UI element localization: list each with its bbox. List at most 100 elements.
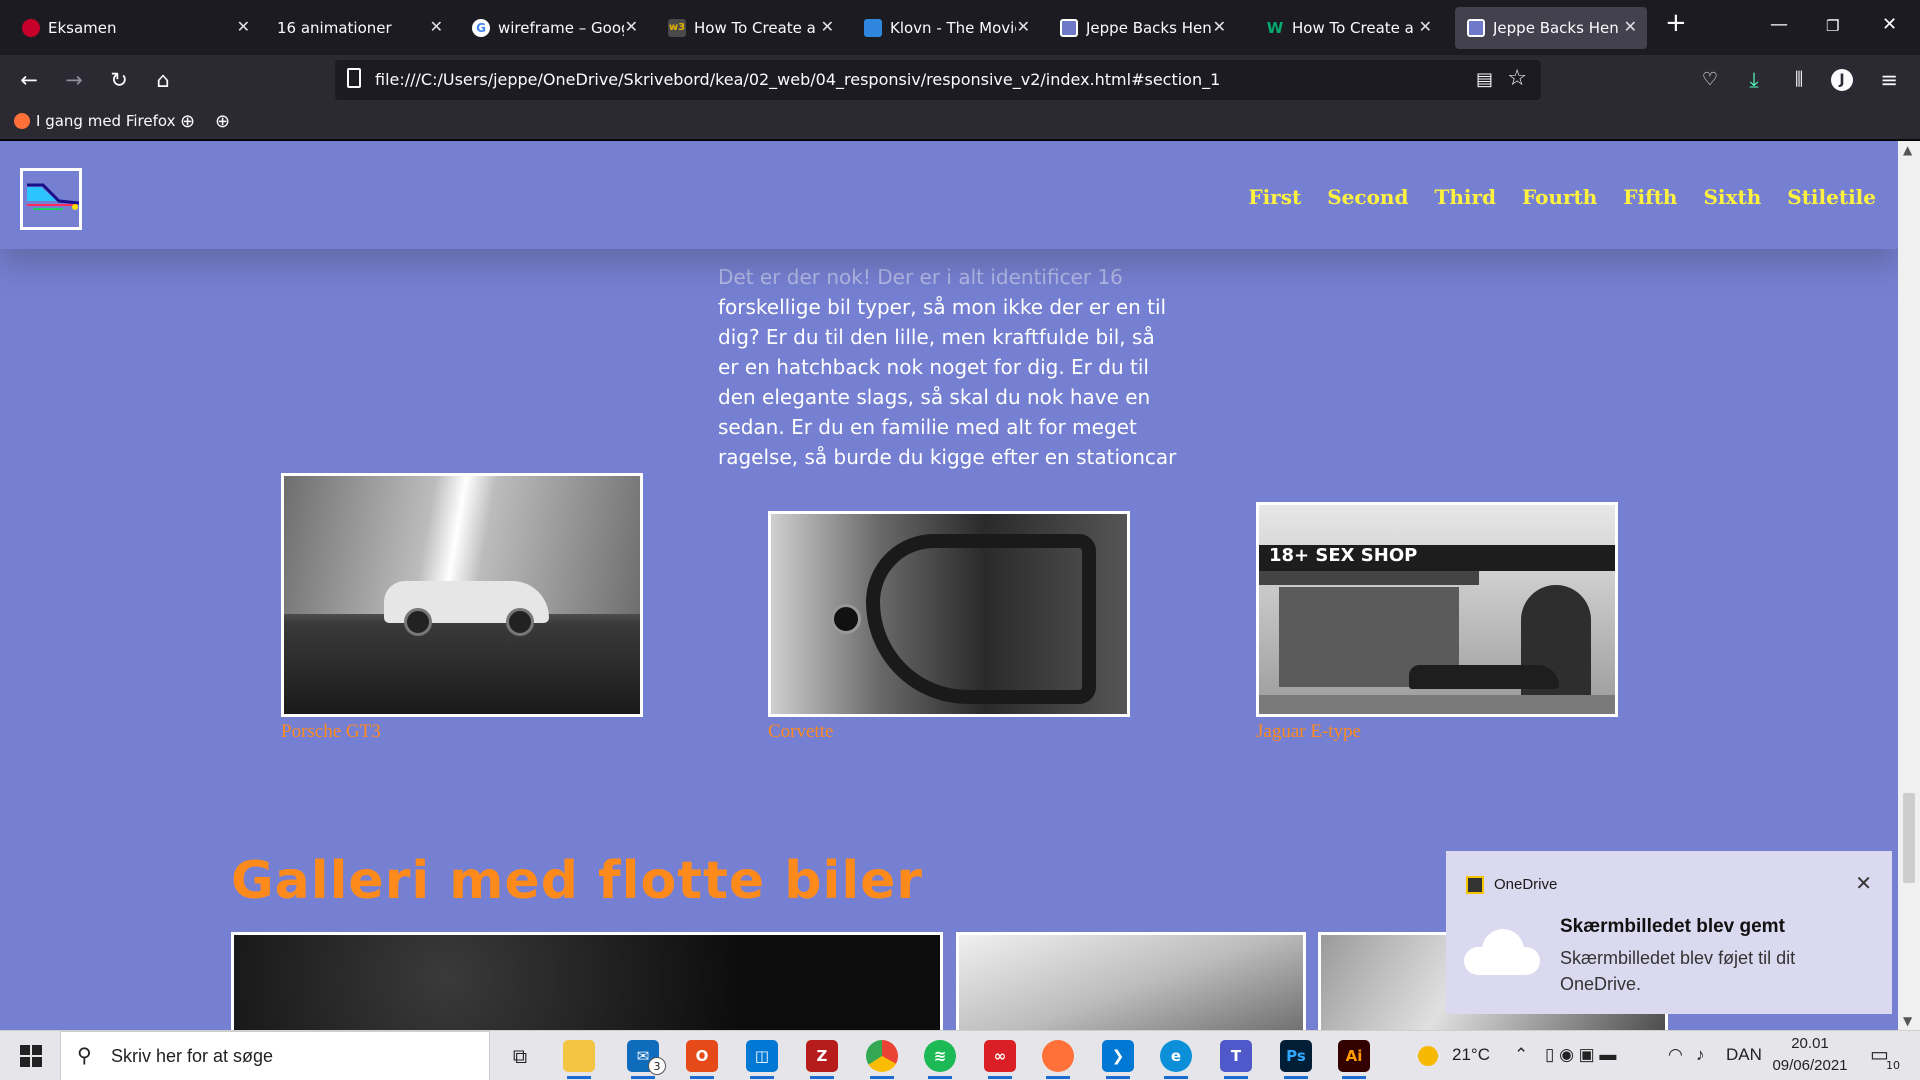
- gallery-title: Galleri med flotte biler: [231, 851, 924, 911]
- gallery-image-1[interactable]: [231, 932, 943, 1030]
- account-avatar[interactable]: J: [1831, 69, 1853, 91]
- close-tab-icon[interactable]: ✕: [1419, 17, 1432, 36]
- volume-icon[interactable]: ♪: [1696, 1045, 1705, 1065]
- intro-text: forskellige bil typer, så mon ikke der e…: [718, 295, 1177, 469]
- file-explorer-icon[interactable]: [563, 1040, 595, 1079]
- vscode-icon[interactable]: ❯: [1102, 1040, 1134, 1079]
- url-bar[interactable]: file:///C:/Users/jeppe/OneDrive/Skrivebo…: [335, 60, 1541, 100]
- tab-how-to-create-g[interactable]: w3 How To Create a G ✕: [656, 7, 844, 49]
- pocket-icon[interactable]: ♡: [1697, 67, 1723, 93]
- downloads-icon[interactable]: ⤓: [1741, 67, 1767, 93]
- tab-jeppe-1[interactable]: Jeppe Backs Henrik ✕: [1048, 7, 1236, 49]
- nav-fifth[interactable]: Fifth: [1623, 185, 1677, 209]
- globe-icon[interactable]: ⊕: [215, 111, 230, 132]
- tab-wireframe[interactable]: G wireframe – Googl ✕: [460, 7, 648, 49]
- scroll-up-icon[interactable]: ▲: [1903, 143, 1912, 157]
- clock-time[interactable]: 20.01: [1770, 1035, 1850, 1052]
- remote-desktop-icon[interactable]: ◫: [746, 1040, 778, 1079]
- car-card-jaguar: 18+ SEX SHOP Jaguar E-type: [1256, 502, 1618, 743]
- office-icon[interactable]: O: [686, 1040, 718, 1079]
- search-placeholder: Skriv her for at søge: [111, 1046, 274, 1066]
- close-window-icon[interactable]: ✕: [1882, 14, 1897, 35]
- close-tab-icon[interactable]: ✕: [1213, 17, 1226, 36]
- tab-title: How To Create a G: [694, 19, 820, 37]
- tab-eksamen[interactable]: Eksamen ✕: [10, 7, 260, 49]
- tab-title: Jeppe Backs Henrik: [1086, 19, 1212, 37]
- corvette-image[interactable]: [768, 511, 1130, 717]
- globe-icon[interactable]: ⊕: [180, 111, 195, 132]
- close-tab-icon[interactable]: ✕: [1017, 17, 1030, 36]
- clock-date[interactable]: 09/06/2021: [1770, 1057, 1850, 1074]
- edge-icon[interactable]: e: [1160, 1040, 1192, 1079]
- close-tab-icon[interactable]: ✕: [1624, 17, 1637, 36]
- car-caption: Porsche GT3: [281, 721, 381, 742]
- close-tab-icon[interactable]: ✕: [625, 17, 638, 36]
- site-logo[interactable]: [20, 168, 82, 230]
- illustrator-icon[interactable]: Ai: [1338, 1040, 1370, 1079]
- chevron-up-icon[interactable]: ⌃: [1514, 1045, 1528, 1065]
- page-icon: [1060, 19, 1078, 37]
- car-caption: Jaguar E-type: [1256, 721, 1361, 742]
- firefox-taskbar-icon[interactable]: [1042, 1040, 1074, 1079]
- close-tab-icon[interactable]: ✕: [430, 17, 443, 36]
- language-indicator[interactable]: DAN: [1726, 1045, 1762, 1065]
- gallery-image-2[interactable]: [956, 932, 1306, 1030]
- close-tab-icon[interactable]: ✕: [821, 17, 834, 36]
- teams-icon[interactable]: T: [1220, 1040, 1252, 1079]
- page-scrollbar[interactable]: ▲ ▼: [1898, 141, 1920, 1030]
- new-tab-icon[interactable]: +: [1665, 8, 1687, 38]
- scrollbar-thumb[interactable]: [1903, 793, 1915, 883]
- windows-start-icon[interactable]: [20, 1045, 42, 1067]
- weather-temperature[interactable]: 21°C: [1452, 1045, 1490, 1065]
- w-icon: W: [1266, 19, 1284, 37]
- navigation-toolbar: ← → ↻ ⌂ file:///C:/Users/jeppe/OneDrive/…: [0, 55, 1920, 105]
- weather-icon[interactable]: [1418, 1046, 1438, 1066]
- spotify-icon[interactable]: ≋: [924, 1040, 956, 1079]
- car-caption: Corvette: [768, 721, 834, 742]
- tab-bar: Eksamen ✕ 16 animationer ✕ G wireframe –…: [0, 0, 1920, 55]
- nav-stiletile[interactable]: Stiletile: [1787, 185, 1876, 209]
- creative-cloud-icon[interactable]: ∞: [984, 1040, 1016, 1079]
- close-tab-icon[interactable]: ✕: [237, 17, 250, 36]
- scroll-down-icon[interactable]: ▼: [1903, 1014, 1912, 1028]
- nav-second[interactable]: Second: [1327, 185, 1408, 209]
- nav-fourth[interactable]: Fourth: [1522, 185, 1597, 209]
- intro-paragraph: Det er der nok! Der er i alt identificer…: [718, 262, 1178, 472]
- tab-jeppe-active[interactable]: Jeppe Backs Henrik ✕: [1455, 7, 1647, 49]
- tab-16-animationer[interactable]: 16 animationer ✕: [265, 7, 453, 49]
- filezilla-icon[interactable]: Z: [806, 1040, 838, 1079]
- close-icon[interactable]: ✕: [1855, 871, 1872, 895]
- tab-how-to-create-m[interactable]: W How To Create a M ✕: [1254, 7, 1442, 49]
- taskbar-search[interactable]: ⚲ Skriv her for at søge: [60, 1031, 490, 1080]
- library-icon[interactable]: ⫼: [1786, 67, 1812, 93]
- nav-third[interactable]: Third: [1434, 185, 1496, 209]
- tab-klovn[interactable]: Klovn - The Movie ✕: [852, 7, 1040, 49]
- google-icon: G: [472, 19, 490, 37]
- tray-icons[interactable]: ▯ ◉ ▣ ▬: [1545, 1045, 1616, 1065]
- minimize-icon[interactable]: —: [1770, 14, 1788, 35]
- porsche-image[interactable]: [281, 473, 643, 717]
- nav-sixth[interactable]: Sixth: [1703, 185, 1761, 209]
- reader-view-icon[interactable]: ▤: [1476, 69, 1493, 90]
- home-icon[interactable]: ⌂: [150, 67, 176, 93]
- site-header: First Second Third Fourth Fifth Sixth St…: [0, 141, 1898, 249]
- wifi-icon[interactable]: ◠: [1668, 1045, 1683, 1065]
- jaguar-image[interactable]: 18+ SEX SHOP: [1256, 502, 1618, 717]
- bookmark-getting-started[interactable]: I gang med Firefox: [14, 112, 175, 130]
- url-text[interactable]: file:///C:/Users/jeppe/OneDrive/Skrivebo…: [375, 70, 1220, 89]
- notification-count: 10: [1886, 1059, 1900, 1072]
- intro-faded-line: Det er der nok! Der er i alt identificer…: [718, 265, 1123, 289]
- forward-icon[interactable]: →: [61, 67, 87, 93]
- tab-title: wireframe – Googl: [498, 19, 624, 37]
- photoshop-icon[interactable]: Ps: [1280, 1040, 1312, 1079]
- menu-icon[interactable]: ≡: [1876, 67, 1902, 93]
- chrome-icon[interactable]: [866, 1040, 898, 1079]
- page-icon: [1467, 19, 1485, 37]
- onedrive-notification[interactable]: OneDrive ✕ Skærmbilledet blev gemt Skærm…: [1446, 851, 1892, 1014]
- nav-first[interactable]: First: [1248, 185, 1301, 209]
- reload-icon[interactable]: ↻: [106, 67, 132, 93]
- restore-icon[interactable]: ❐: [1826, 17, 1839, 35]
- back-icon[interactable]: ←: [16, 67, 42, 93]
- bookmark-star-icon[interactable]: ☆: [1507, 66, 1527, 91]
- task-view-icon[interactable]: ⧉: [504, 1040, 536, 1072]
